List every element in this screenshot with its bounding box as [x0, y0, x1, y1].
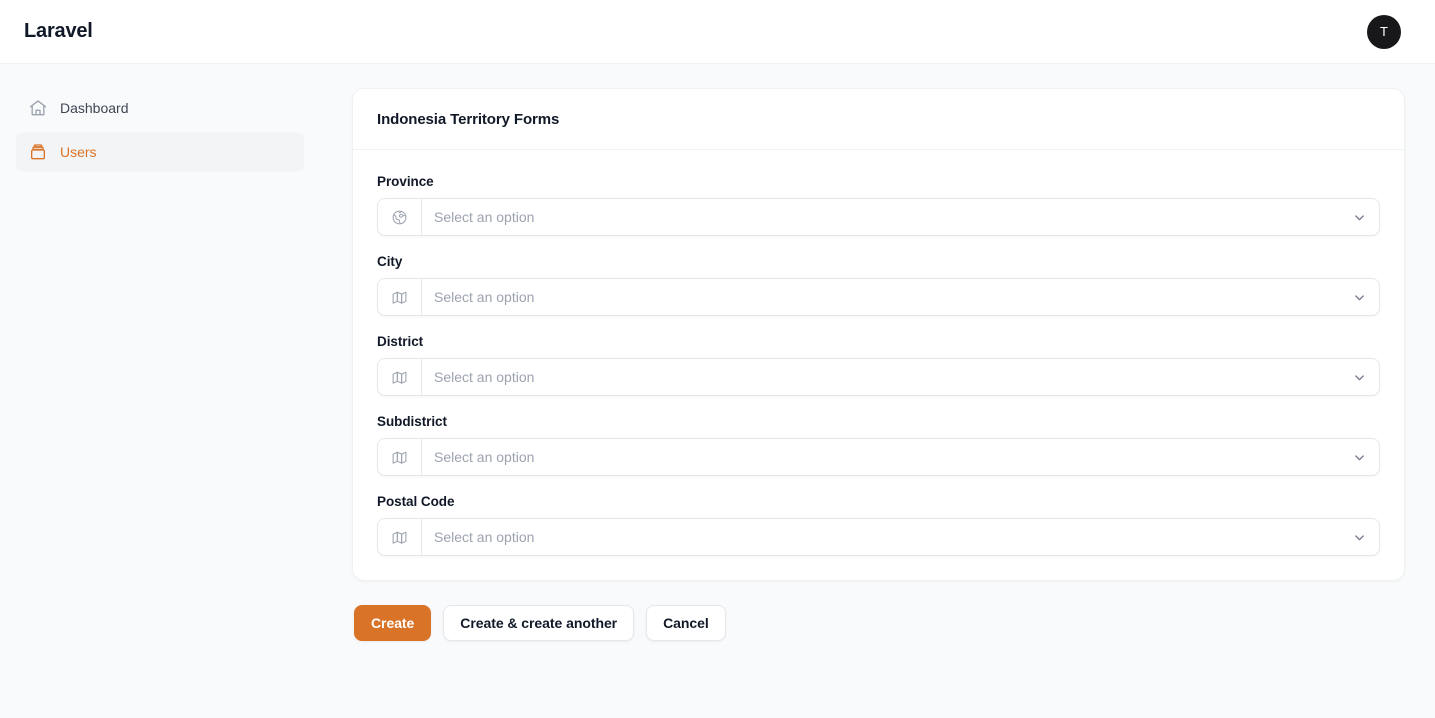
cancel-button[interactable]: Cancel — [646, 605, 726, 641]
map-icon — [378, 279, 422, 315]
province-select-value: Select an option — [434, 209, 535, 225]
subdistrict-select-value: Select an option — [434, 449, 535, 465]
chevron-down-icon[interactable] — [1339, 439, 1379, 475]
page-layout: Dashboard Users Indonesia Territory Form… — [0, 64, 1435, 718]
map-icon — [378, 519, 422, 555]
field-label-subdistrict: Subdistrict — [377, 414, 447, 429]
globe-icon — [378, 199, 422, 235]
field-district: District Select an option — [377, 334, 1380, 396]
postal-code-select-value: Select an option — [434, 529, 535, 545]
field-subdistrict: Subdistrict Select an option — [377, 414, 1380, 476]
field-city: City Select an option — [377, 254, 1380, 316]
card-body: Province Select an option City Select an… — [353, 150, 1404, 580]
province-select[interactable]: Select an option — [377, 198, 1380, 236]
chevron-down-icon[interactable] — [1339, 199, 1379, 235]
create-and-create-another-button[interactable]: Create & create another — [443, 605, 635, 641]
sidebar: Dashboard Users — [0, 64, 320, 176]
district-select[interactable]: Select an option — [377, 358, 1380, 396]
sidebar-item-label: Users — [60, 144, 97, 160]
card-header: Indonesia Territory Forms — [353, 89, 1404, 150]
chevron-down-icon[interactable] — [1339, 359, 1379, 395]
field-label-district: District — [377, 334, 424, 349]
map-icon — [378, 439, 422, 475]
sidebar-item-users[interactable]: Users — [16, 132, 304, 172]
sidebar-item-dashboard[interactable]: Dashboard — [16, 88, 304, 128]
field-label-postal-code: Postal Code — [377, 494, 455, 509]
chevron-down-icon[interactable] — [1339, 519, 1379, 555]
field-label-province: Province — [377, 174, 434, 189]
territory-forms-card: Indonesia Territory Forms Province Selec… — [352, 88, 1405, 581]
main-content: Indonesia Territory Forms Province Selec… — [320, 64, 1435, 641]
subdistrict-select[interactable]: Select an option — [377, 438, 1380, 476]
top-bar: Laravel T — [0, 0, 1435, 64]
brand-logo[interactable]: Laravel — [24, 20, 93, 43]
form-actions: Create Create & create another Cancel — [352, 581, 1405, 641]
field-province: Province Select an option — [377, 174, 1380, 236]
map-icon — [378, 359, 422, 395]
sidebar-item-label: Dashboard — [60, 100, 129, 116]
city-select-value: Select an option — [434, 289, 535, 305]
archive-box-icon — [28, 142, 48, 162]
field-label-city: City — [377, 254, 403, 269]
card-title: Indonesia Territory Forms — [377, 111, 560, 128]
field-postal-code: Postal Code Select an option — [377, 494, 1380, 556]
create-button[interactable]: Create — [354, 605, 432, 641]
postal-code-select[interactable]: Select an option — [377, 518, 1380, 556]
city-select[interactable]: Select an option — [377, 278, 1380, 316]
home-icon — [28, 98, 48, 118]
district-select-value: Select an option — [434, 369, 535, 385]
chevron-down-icon[interactable] — [1339, 279, 1379, 315]
user-avatar[interactable]: T — [1367, 14, 1401, 49]
